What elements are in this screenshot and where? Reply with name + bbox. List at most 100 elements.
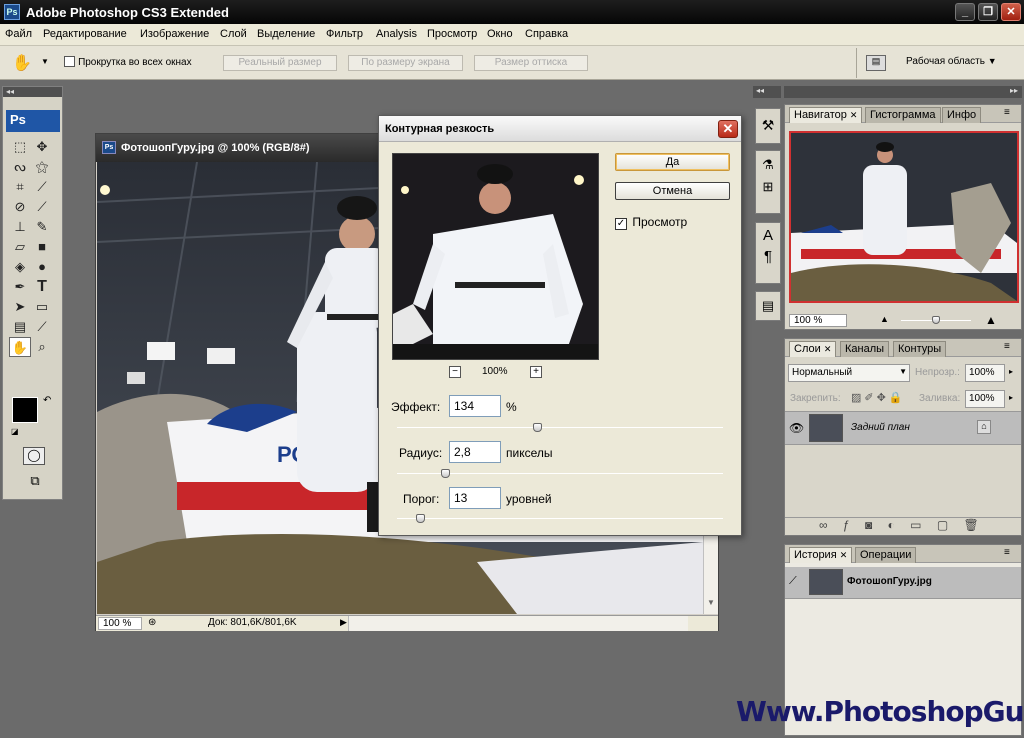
- print-size-button[interactable]: Размер оттиска: [474, 55, 588, 71]
- layer-row[interactable]: 👁 Задний план ⌂: [785, 411, 1021, 445]
- character-icon[interactable]: A: [756, 223, 780, 244]
- layer-mask-icon[interactable]: ◙: [865, 518, 872, 532]
- quick-mask-icon[interactable]: ◯: [23, 447, 45, 465]
- hand-tool-icon[interactable]: ✋: [9, 337, 31, 357]
- fill-field[interactable]: 100%: [965, 390, 1005, 408]
- eraser-tool-icon[interactable]: ▱: [9, 237, 31, 257]
- document-zoom-field[interactable]: 100 %: [98, 617, 142, 630]
- zoom-out-button[interactable]: −: [449, 366, 461, 378]
- minimize-button[interactable]: _: [955, 3, 975, 21]
- panel-menu-icon[interactable]: ≡: [1004, 341, 1010, 352]
- dodge-tool-icon[interactable]: ●: [31, 257, 53, 277]
- opacity-arrow-icon[interactable]: ▸: [1009, 367, 1013, 376]
- tool-preset-dropdown-icon[interactable]: ▼: [41, 57, 49, 66]
- healing-brush-tool-icon[interactable]: ⊘: [9, 197, 31, 217]
- type-tool-icon[interactable]: T: [31, 277, 53, 297]
- status-icon[interactable]: ⊛: [148, 617, 156, 628]
- preview-checkbox[interactable]: ✓ Просмотр: [615, 215, 687, 230]
- fill-arrow-icon[interactable]: ▸: [1009, 393, 1013, 402]
- navigator-thumbnail[interactable]: [789, 131, 1019, 303]
- menu-edit[interactable]: Редактирование: [43, 28, 127, 40]
- lasso-tool-icon[interactable]: ᔓ: [9, 157, 31, 177]
- history-snapshot-row[interactable]: ⟋ ФотошопГуру.jpg: [785, 567, 1021, 599]
- menu-window[interactable]: Окно: [487, 28, 513, 40]
- zoom-tool-icon[interactable]: ⌕: [31, 337, 53, 357]
- pen-tool-icon[interactable]: ✒: [9, 277, 31, 297]
- menu-select[interactable]: Выделение: [257, 28, 315, 40]
- brush-tool-icon[interactable]: ⟋: [31, 197, 53, 217]
- radius-slider-thumb[interactable]: [441, 469, 450, 478]
- path-selection-tool-icon[interactable]: ➤: [9, 297, 31, 317]
- navigator-zoom-thumb[interactable]: [932, 316, 940, 324]
- zoom-out-mountain-icon[interactable]: ▲: [880, 314, 889, 324]
- opacity-field[interactable]: 100%: [965, 364, 1005, 382]
- clone-source-icon[interactable]: ⊞: [756, 173, 780, 195]
- restore-button[interactable]: ❐: [978, 3, 998, 21]
- radius-input[interactable]: 2,8: [449, 441, 501, 463]
- tab-channels[interactable]: Каналы: [840, 341, 890, 357]
- eyedropper-tool-icon[interactable]: ⟋: [31, 317, 53, 337]
- bridge-icon[interactable]: ▤: [866, 55, 886, 71]
- panel-menu-icon[interactable]: ≡: [1004, 547, 1010, 558]
- scroll-all-windows-checkbox[interactable]: Прокрутка во всех окнах: [64, 56, 192, 70]
- tab-layers[interactable]: Слои ✕: [789, 341, 837, 357]
- threshold-slider-track[interactable]: [397, 518, 723, 519]
- menu-file[interactable]: Файл: [5, 28, 32, 40]
- fit-screen-button[interactable]: По размеру экрана: [348, 55, 463, 71]
- lock-icons[interactable]: ▨✐✥🔒: [851, 391, 906, 404]
- filter-preview[interactable]: [392, 153, 599, 360]
- amount-slider-track[interactable]: [397, 427, 723, 428]
- menu-filter[interactable]: Фильтр: [326, 28, 363, 40]
- threshold-input[interactable]: 13: [449, 487, 501, 509]
- brushes-icon[interactable]: ⚗: [756, 151, 780, 173]
- dock-collapse-icon[interactable]: ◂◂: [753, 86, 781, 98]
- ok-button[interactable]: Да: [615, 153, 730, 171]
- close-button[interactable]: ✕: [1001, 3, 1021, 21]
- layer-style-icon[interactable]: ƒ: [843, 518, 850, 532]
- tab-actions[interactable]: Операции: [855, 547, 917, 563]
- tab-history[interactable]: История ✕: [789, 547, 853, 563]
- gradient-tool-icon[interactable]: ■: [31, 237, 53, 257]
- amount-input[interactable]: 134: [449, 395, 501, 417]
- swap-colors-icon[interactable]: ↶: [43, 395, 51, 406]
- shape-tool-icon[interactable]: ▭: [31, 297, 53, 317]
- delete-layer-icon[interactable]: 🗑: [964, 518, 979, 532]
- status-menu-arrow-icon[interactable]: ▶: [340, 617, 347, 628]
- tab-info[interactable]: Инфо: [942, 107, 982, 123]
- history-brush-source-icon[interactable]: ⟋: [789, 575, 797, 588]
- adjustment-layer-icon[interactable]: ◐: [888, 518, 895, 532]
- menu-analysis[interactable]: Analysis: [376, 28, 417, 40]
- magic-wand-tool-icon[interactable]: ⚝: [31, 157, 53, 177]
- tab-histogram[interactable]: Гистограмма: [865, 107, 941, 123]
- close-tab-icon[interactable]: ✕: [824, 344, 832, 354]
- close-tab-icon[interactable]: ✕: [840, 550, 848, 560]
- new-layer-icon[interactable]: ▢: [937, 518, 948, 532]
- slice-tool-icon[interactable]: ⟋: [31, 177, 53, 197]
- navigator-zoom-field[interactable]: 100 %: [789, 314, 847, 327]
- checkbox-box[interactable]: [64, 56, 75, 67]
- amount-slider-thumb[interactable]: [533, 423, 543, 432]
- hand-tool-icon[interactable]: ✋: [12, 53, 32, 73]
- close-tab-icon[interactable]: ✕: [850, 110, 858, 120]
- eye-icon[interactable]: 👁: [789, 421, 804, 435]
- zoom-in-button[interactable]: +: [530, 366, 542, 378]
- stamp-tool-icon[interactable]: ⊥: [9, 217, 31, 237]
- panels-expand-icon[interactable]: ▸▸: [784, 86, 1022, 98]
- dialog-title-bar[interactable]: Контурная резкость ✕: [379, 116, 741, 142]
- menu-layer[interactable]: Слой: [220, 28, 247, 40]
- screen-mode-icon[interactable]: ⧉: [23, 473, 47, 491]
- preview-check-icon[interactable]: ✓: [615, 218, 627, 230]
- default-colors-icon[interactable]: ◪: [11, 427, 19, 436]
- menu-image[interactable]: Изображение: [140, 28, 209, 40]
- actual-pixels-button[interactable]: Реальный размер: [223, 55, 337, 71]
- paragraph-icon[interactable]: ¶: [756, 244, 780, 265]
- scroll-down-icon[interactable]: ▼: [707, 598, 715, 607]
- document-horizontal-scrollbar[interactable]: [348, 616, 688, 631]
- menu-help[interactable]: Справка: [525, 28, 568, 40]
- blend-mode-select[interactable]: Нормальный ▼: [788, 364, 910, 382]
- notes-tool-icon[interactable]: ▤: [9, 317, 31, 337]
- tab-navigator[interactable]: Навигатор ✕: [789, 107, 863, 123]
- workspace-menu[interactable]: Рабочая область ▼: [906, 56, 997, 67]
- dialog-close-icon[interactable]: ✕: [718, 120, 738, 138]
- link-layers-icon[interactable]: ∞: [819, 518, 828, 532]
